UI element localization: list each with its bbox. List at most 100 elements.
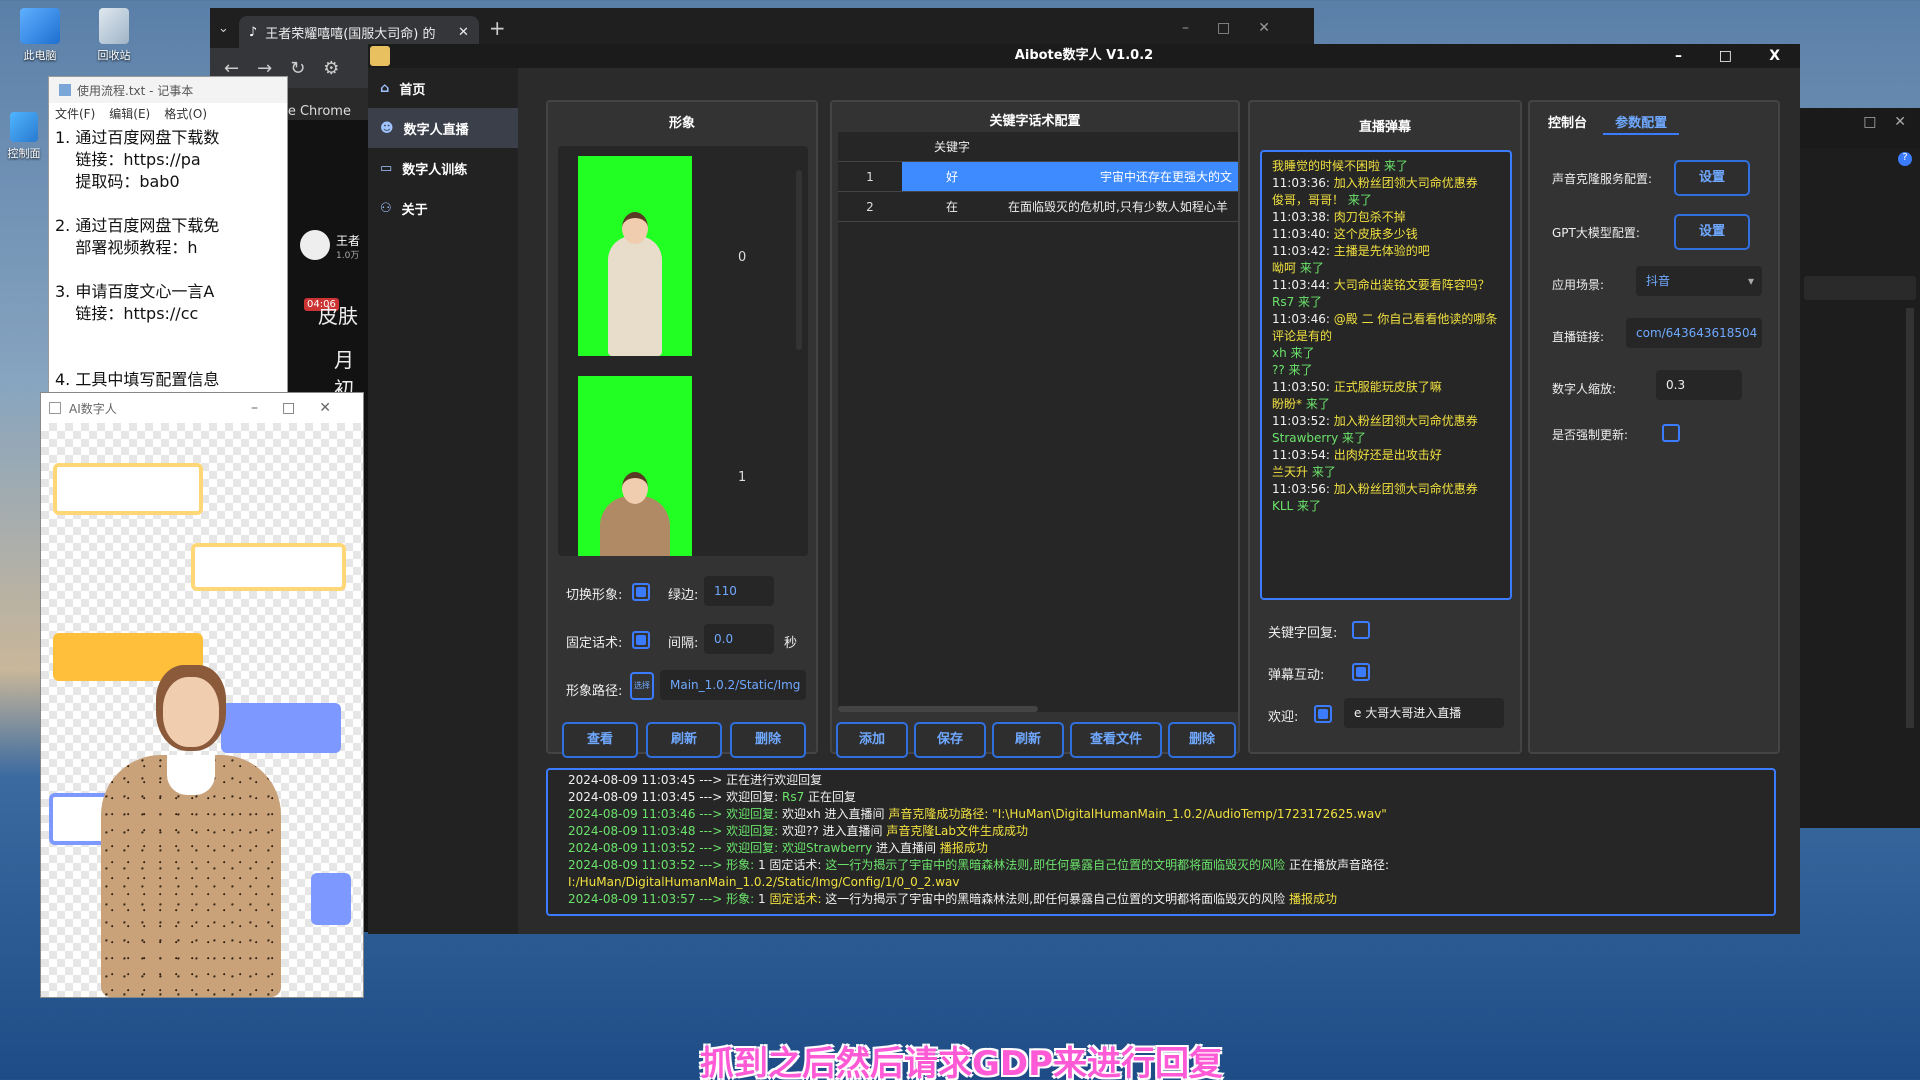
scrollbar[interactable] xyxy=(796,170,802,350)
danmu-text: 呦呵 xyxy=(1272,261,1297,275)
log-console[interactable]: 2024-08-09 11:03:45 ---> 正在进行欢迎回复 2024-08… xyxy=(546,768,1776,916)
danmu-message: 11:03:36: 加入粉丝团领大司命优惠券 xyxy=(1272,175,1500,192)
log-line: 2024-08-09 11:03:45 ---> 正在进行欢迎回复 xyxy=(568,772,1754,789)
fixed-speech-checkbox[interactable] xyxy=(632,631,650,649)
tab-console[interactable]: 控制台 xyxy=(1536,110,1599,133)
desktop-icon-label: 回收站 xyxy=(97,49,131,62)
new-tab-icon[interactable]: + xyxy=(489,16,506,40)
delete-button[interactable]: 删除 xyxy=(1168,722,1236,758)
maximize-button[interactable]: □ xyxy=(1719,44,1732,68)
avatar[interactable] xyxy=(300,230,330,260)
gpt-settings-button[interactable]: 设置 xyxy=(1674,214,1750,250)
image-item[interactable]: 0 xyxy=(558,156,808,356)
scrollbar[interactable] xyxy=(1906,308,1914,728)
danmu-message: 11:03:54: 出肉好还是出攻击好 xyxy=(1272,447,1500,464)
search-box[interactable] xyxy=(1804,276,1916,300)
image-list[interactable]: 0 1 xyxy=(558,146,808,556)
danmu-text: 11:03:56: xyxy=(1272,482,1330,496)
save-button[interactable]: 保存 xyxy=(914,722,986,758)
minimize-button[interactable]: – xyxy=(1675,44,1682,68)
nav-item-train[interactable]: ▭ 数字人训练 xyxy=(368,148,518,188)
refresh-button[interactable]: 刷新 xyxy=(646,722,722,758)
reload-icon[interactable]: ↻ xyxy=(290,58,305,79)
help-icon[interactable]: ? xyxy=(1898,152,1912,166)
nav-item-about[interactable]: ⚇ 关于 xyxy=(368,188,518,228)
desktop-icon-recycle-bin[interactable]: 回收站 xyxy=(82,8,146,63)
view-file-button[interactable]: 查看文件 xyxy=(1070,722,1162,758)
danmu-message: 11:03:42: 主播是先体验的吧 xyxy=(1272,243,1500,260)
danmu-message: 俊哥，哥哥！ 来了 xyxy=(1272,192,1500,209)
table-cell: 宇宙中还存在更强大的文 xyxy=(1002,162,1238,192)
window-controls[interactable]: –□✕ xyxy=(1182,20,1314,36)
notepad-icon xyxy=(59,84,71,96)
desktop-icon-label: 此电脑 xyxy=(23,49,57,62)
interval-spinbox[interactable]: 0.0 xyxy=(704,624,774,654)
menu-edit[interactable]: 编辑(E) xyxy=(109,105,150,121)
live-icon: ☻ xyxy=(380,120,394,136)
refresh-button[interactable]: 刷新 xyxy=(992,722,1064,758)
nav-item-live[interactable]: ☻ 数字人直播 xyxy=(368,108,518,148)
scale-spinbox[interactable]: 0.3 xyxy=(1656,370,1742,400)
log-segment: 2024-08-09 11:03:52 ---> 形象: xyxy=(568,858,758,872)
welcome-input[interactable]: e 大哥大哥进入直播 xyxy=(1344,698,1504,728)
voice-clone-label: 声音克隆服务配置: xyxy=(1552,172,1653,186)
menu-format[interactable]: 格式(O) xyxy=(164,105,207,121)
live-link-input[interactable]: com/643643618504 xyxy=(1626,318,1762,348)
image-path-input[interactable]: Main_1.0.2/Static/Img xyxy=(660,670,806,700)
interval-unit: 秒 xyxy=(784,636,798,651)
image-item[interactable]: 1 xyxy=(558,376,808,556)
danmu-text: 11:03:36: xyxy=(1272,176,1330,190)
keyword-table[interactable]: 关键字 1 好 宇宙中还存在更强大的文 2 在 在面临毁灭的危机时,只有少数人如… xyxy=(838,132,1238,712)
chevron-down-icon: ▾ xyxy=(1747,274,1754,288)
switch-image-checkbox[interactable] xyxy=(632,583,650,601)
window-controls[interactable]: –□✕ xyxy=(251,400,355,416)
sticky-note xyxy=(191,543,346,591)
scene-select[interactable]: 抖音 ▾ xyxy=(1636,266,1762,296)
table-row[interactable]: 2 在 在面临毁灭的危机时,只有少数人如程心羊 xyxy=(838,192,1238,222)
log-segment: 2024-08-09 11:03:45 ---> 正在进行欢迎回复 xyxy=(568,773,823,787)
log-segment: 正在播放声音路径: xyxy=(1285,858,1389,872)
app-icon xyxy=(49,402,61,414)
notepad-line xyxy=(55,259,281,281)
voice-clone-settings-button[interactable]: 设置 xyxy=(1674,160,1750,196)
log-line: 2024-08-09 11:03:52 ---> 欢迎回复: 欢迎Strawbe… xyxy=(568,840,1754,857)
desktop-icon-control-panel[interactable]: 控制面 xyxy=(0,112,48,161)
danmu-text: 11:03:50: xyxy=(1272,380,1330,394)
welcome-checkbox[interactable] xyxy=(1314,705,1332,723)
green-edge-spinbox[interactable]: 110 xyxy=(704,576,774,606)
tab-params[interactable]: 参数配置 xyxy=(1603,110,1680,135)
tab-search-icon[interactable]: ⌄ xyxy=(218,21,229,36)
log-segment: 播报成功 xyxy=(1288,892,1337,906)
danmu-text: 来了 xyxy=(1308,465,1336,479)
site-info-icon[interactable]: ⚙ xyxy=(323,58,339,79)
danmu-list[interactable]: 我睡觉的时候不困啦 来了 11:03:36: 加入粉丝团领大司命优惠券 俊哥，哥哥！… xyxy=(1260,150,1512,600)
desktop-icon-label: 控制面 xyxy=(7,147,41,160)
nav-item-home[interactable]: ⌂ 首页 xyxy=(368,68,518,108)
desktop-icon-computer[interactable]: 此电脑 xyxy=(8,8,72,63)
train-icon: ▭ xyxy=(380,160,393,176)
table-row[interactable]: 1 好 宇宙中还存在更强大的文 xyxy=(838,162,1238,192)
notepad-text[interactable]: 1. 通过百度网盘下载数 链接：https://pa 提取码：bab0 2. 通… xyxy=(49,123,287,395)
danmu-text: 来了 xyxy=(1302,397,1330,411)
danmu-text: 这个皮肤多少钱 xyxy=(1329,227,1418,241)
force-update-checkbox[interactable] xyxy=(1662,424,1680,442)
danmu-text: 正式服能玩皮肤了嘛 xyxy=(1329,380,1442,394)
danmu-interact-checkbox[interactable] xyxy=(1352,663,1370,681)
danmu-text: 加入粉丝团领大司命优惠券 xyxy=(1329,482,1478,496)
add-button[interactable]: 添加 xyxy=(836,722,908,758)
delete-button[interactable]: 删除 xyxy=(730,722,806,758)
close-button[interactable]: X xyxy=(1769,44,1780,68)
menu-file[interactable]: 文件(F) xyxy=(55,105,95,121)
green-screen-thumb xyxy=(578,376,692,556)
keyword-reply-checkbox[interactable] xyxy=(1352,621,1370,639)
danmu-message: 我睡觉的时候不困啦 来了 xyxy=(1272,158,1500,175)
tiktok-user[interactable]: 王者 xyxy=(336,232,360,249)
choose-path-button[interactable]: 选择 xyxy=(630,672,654,700)
app-logo-icon xyxy=(370,46,390,66)
notepad-line: 提取码：bab0 xyxy=(55,172,180,191)
view-button[interactable]: 查看 xyxy=(562,722,638,758)
window-controls[interactable]: □ ✕ xyxy=(1800,108,1920,148)
close-icon[interactable]: ✕ xyxy=(458,25,469,40)
scrollbar[interactable] xyxy=(838,706,1038,712)
home-icon: ⌂ xyxy=(380,80,390,96)
